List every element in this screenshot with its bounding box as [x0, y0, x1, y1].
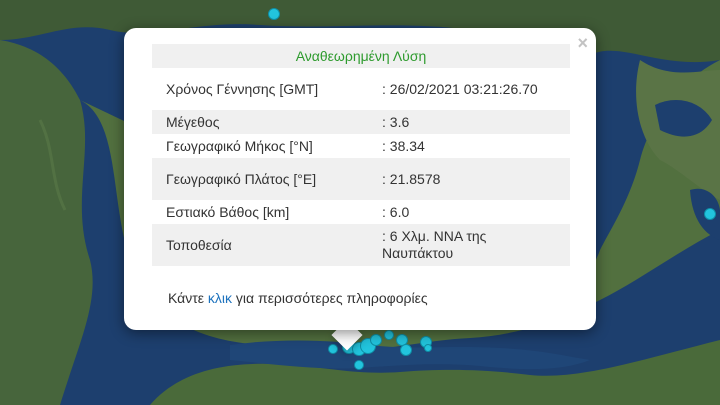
- longitude-value: : 21.8578: [370, 158, 570, 200]
- latitude-label: Γεωγραφικό Μήκος [°N]: [152, 134, 370, 158]
- close-icon[interactable]: ×: [577, 32, 588, 54]
- longitude-label: Γεωγραφικό Πλάτος [°E]: [152, 158, 370, 200]
- earthquake-marker[interactable]: [384, 330, 394, 340]
- more-info-suffix: για περισσότερες πληροφορίες: [232, 290, 428, 306]
- earthquake-marker[interactable]: [328, 344, 338, 354]
- origin-time-label: Χρόνος Γέννησης [GMT]: [152, 68, 370, 110]
- earthquake-marker[interactable]: [370, 334, 382, 346]
- origin-time-value: : 26/02/2021 03:21:26.70: [370, 68, 570, 110]
- table-row: Χρόνος Γέννησης [GMT] : 26/02/2021 03:21…: [152, 68, 570, 110]
- depth-value: : 6.0: [370, 200, 570, 224]
- location-label: Τοποθεσία: [152, 224, 370, 266]
- table-row: Τοποθεσία : 6 Χλμ. ΝΝΑ της Ναυπάκτου: [152, 224, 570, 266]
- latitude-value: : 38.34: [370, 134, 570, 158]
- earthquake-marker[interactable]: [424, 344, 432, 352]
- earthquake-marker[interactable]: [268, 8, 280, 20]
- location-value: : 6 Χλμ. ΝΝΑ της Ναυπάκτου: [370, 224, 570, 266]
- popup-title: Αναθεωρημένη Λύση: [152, 44, 570, 68]
- more-info-prefix: Κάντε: [168, 290, 208, 306]
- depth-label: Εστιακό Βάθος [km]: [152, 200, 370, 224]
- magnitude-label: Μέγεθος: [152, 110, 370, 134]
- magnitude-value: : 3.6: [370, 110, 570, 134]
- table-row: Εστιακό Βάθος [km] : 6.0: [152, 200, 570, 224]
- earthquake-info-table: Αναθεωρημένη Λύση Χρόνος Γέννησης [GMT] …: [152, 44, 570, 266]
- table-row: Μέγεθος : 3.6: [152, 110, 570, 134]
- table-row: Γεωγραφικό Μήκος [°N] : 38.34: [152, 134, 570, 158]
- earthquake-marker[interactable]: [704, 208, 716, 220]
- earthquake-info-popup: × Αναθεωρημένη Λύση Χρόνος Γέννησης [GMT…: [124, 28, 596, 330]
- table-row: Γεωγραφικό Πλάτος [°E] : 21.8578: [152, 158, 570, 200]
- earthquake-marker[interactable]: [400, 344, 412, 356]
- more-info-link[interactable]: κλικ: [208, 290, 232, 306]
- more-info-line: Κάντε κλικ για περισσότερες πληροφορίες: [168, 290, 428, 306]
- earthquake-marker[interactable]: [354, 360, 364, 370]
